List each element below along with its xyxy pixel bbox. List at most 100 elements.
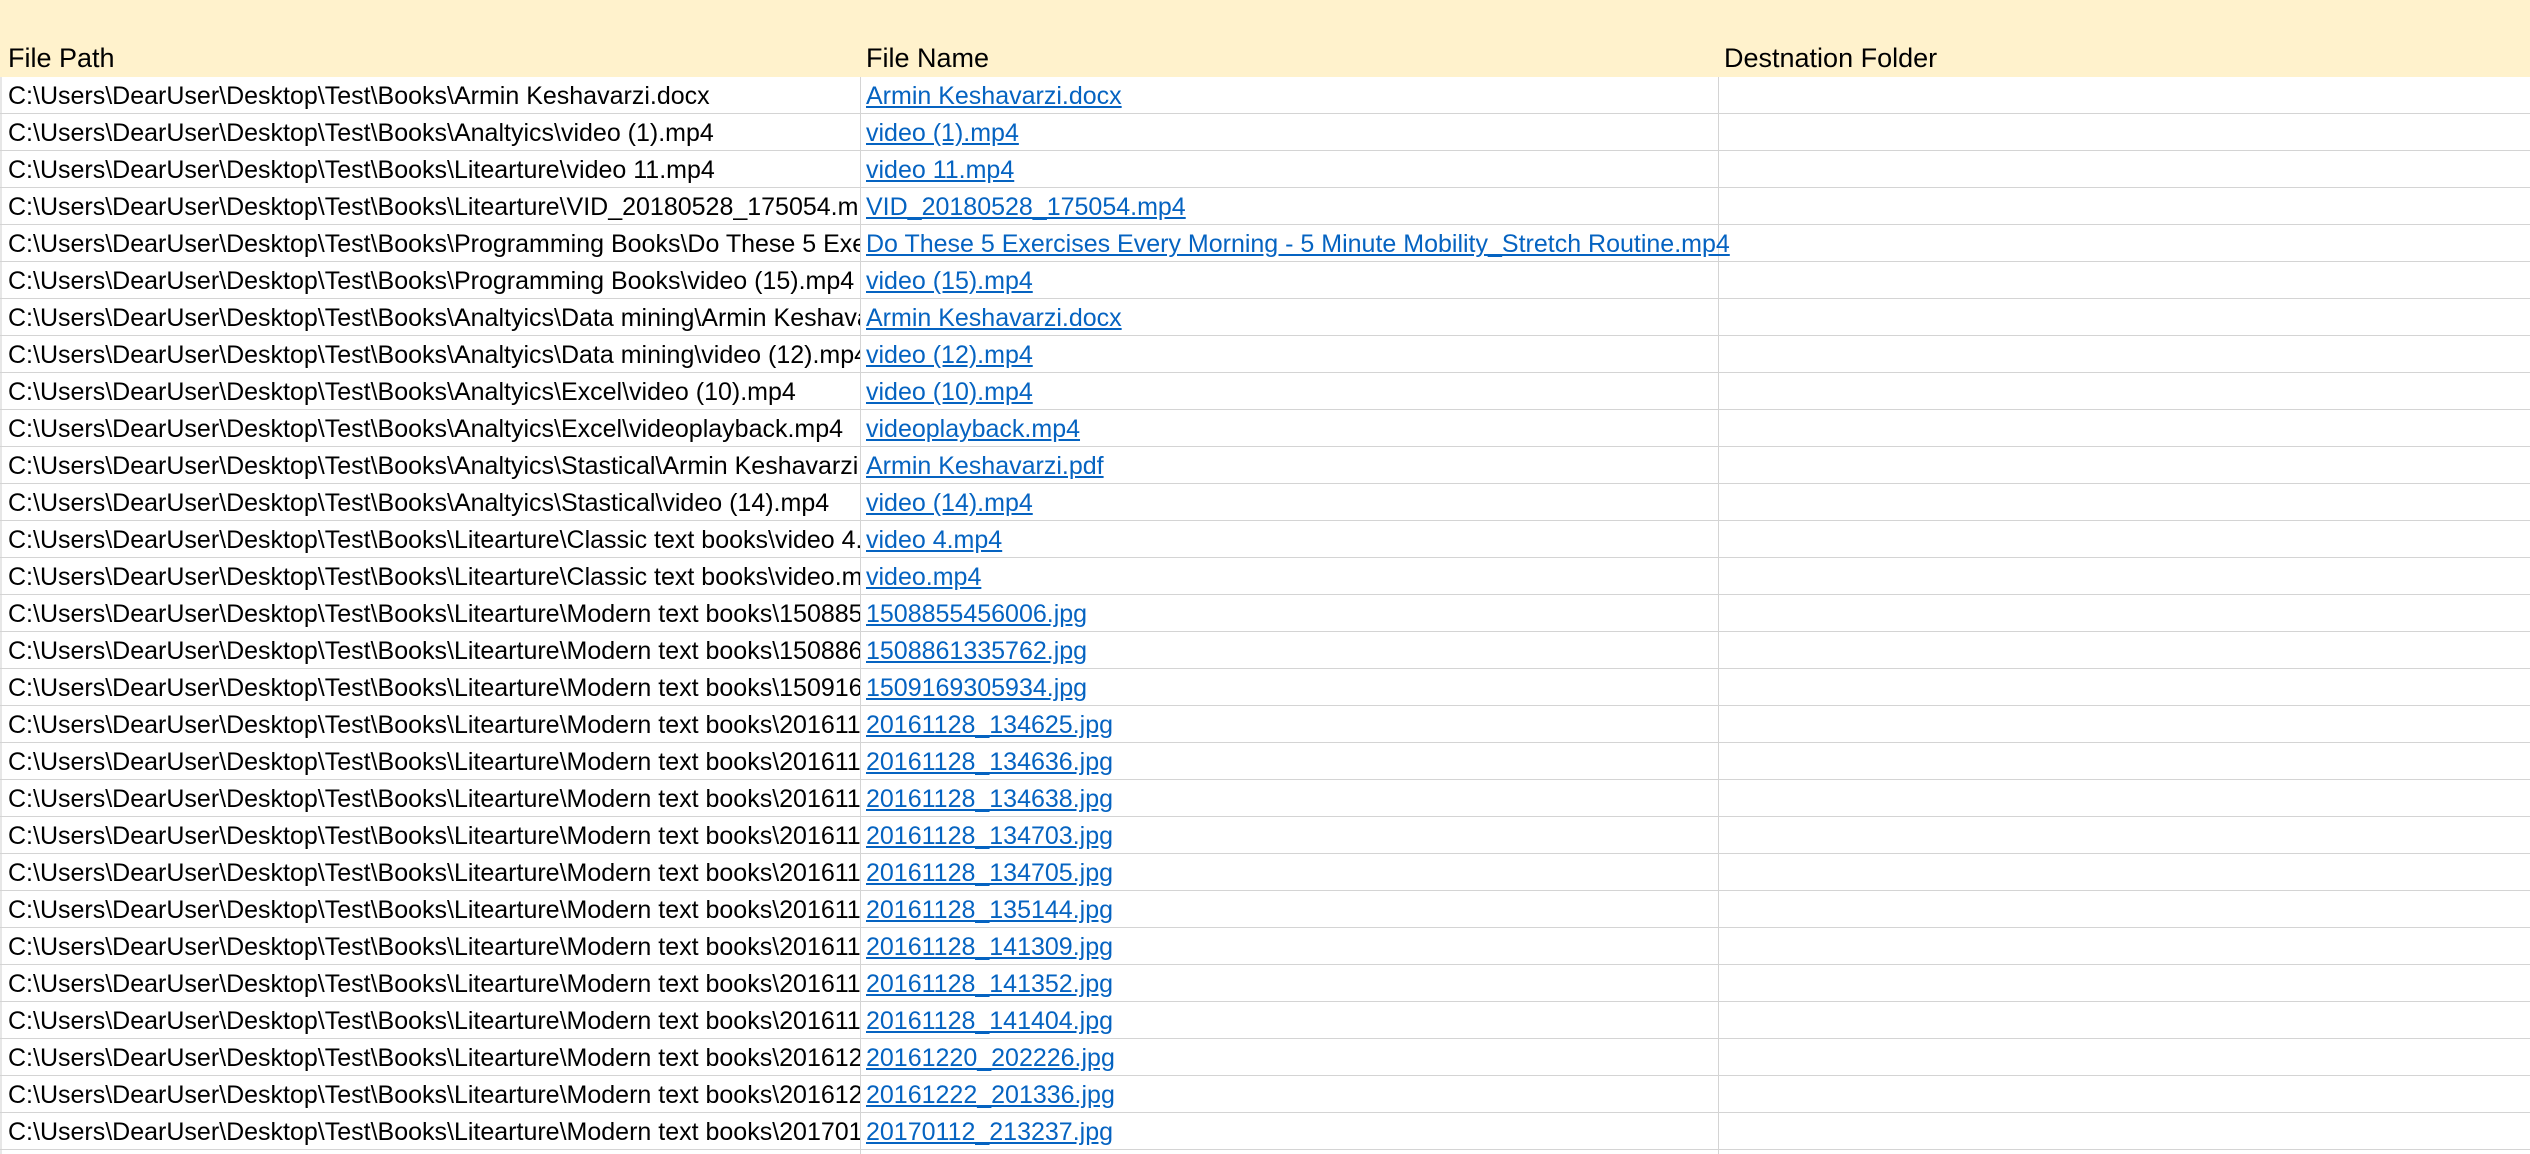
destination-folder-cell[interactable]	[1724, 669, 2524, 705]
destination-folder-cell[interactable]	[1724, 928, 2524, 964]
file-path-cell[interactable]: C:\Users\DearUser\Desktop\Test\Books\Ana…	[8, 484, 860, 520]
table-row: C:\Users\DearUser\Desktop\Test\Books\Lit…	[0, 743, 2530, 780]
file-name-link[interactable]: 20161128_134636.jpg	[866, 743, 1113, 779]
header-destination-folder[interactable]: Destnation Folder	[1724, 42, 1937, 74]
destination-folder-cell[interactable]	[1724, 780, 2524, 816]
file-path-cell[interactable]: C:\Users\DearUser\Desktop\Test\Books\Lit…	[8, 817, 860, 853]
destination-folder-cell[interactable]	[1724, 410, 2524, 446]
file-path-cell[interactable]: C:\Users\DearUser\Desktop\Test\Books\Lit…	[8, 854, 860, 890]
file-name-link[interactable]: 20161128_141404.jpg	[866, 1002, 1113, 1038]
destination-folder-cell[interactable]	[1724, 706, 2524, 742]
file-path-cell[interactable]: C:\Users\DearUser\Desktop\Test\Books\Lit…	[8, 780, 860, 816]
destination-folder-cell[interactable]	[1724, 77, 2524, 113]
file-name-link[interactable]: 20161128_135144.jpg	[866, 891, 1113, 927]
destination-folder-cell[interactable]	[1724, 225, 2524, 261]
file-path-cell[interactable]: C:\Users\DearUser\Desktop\Test\Books\Lit…	[8, 928, 860, 964]
file-name-link[interactable]: Armin Keshavarzi.docx	[866, 77, 1122, 113]
destination-folder-cell[interactable]	[1724, 484, 2524, 520]
file-path-cell[interactable]: C:\Users\DearUser\Desktop\Test\Books\Arm…	[8, 77, 860, 113]
file-path-cell[interactable]: C:\Users\DearUser\Desktop\Test\Books\Pro…	[8, 262, 860, 298]
file-path-cell[interactable]: C:\Users\DearUser\Desktop\Test\Books\Lit…	[8, 188, 860, 224]
header-file-name[interactable]: File Name	[866, 42, 989, 74]
file-name-link[interactable]: video (12).mp4	[866, 336, 1033, 372]
destination-folder-cell[interactable]	[1724, 595, 2524, 631]
destination-folder-cell[interactable]	[1724, 336, 2524, 372]
table-row: C:\Users\DearUser\Desktop\Test\Books\Lit…	[0, 595, 2530, 632]
destination-folder-cell[interactable]	[1724, 1113, 2524, 1149]
file-path-cell[interactable]: C:\Users\DearUser\Desktop\Test\Books\Lit…	[8, 743, 860, 779]
destination-folder-cell[interactable]	[1724, 1076, 2524, 1112]
file-path-cell[interactable]: C:\Users\DearUser\Desktop\Test\Books\Ana…	[8, 114, 860, 150]
table-row: C:\Users\DearUser\Desktop\Test\Books\Lit…	[0, 1002, 2530, 1039]
file-path-cell[interactable]: C:\Users\DearUser\Desktop\Test\Books\Lit…	[8, 521, 860, 557]
file-path-cell[interactable]: C:\Users\DearUser\Desktop\Test\Books\Lit…	[8, 632, 860, 668]
file-name-link[interactable]: videoplayback.mp4	[866, 410, 1080, 446]
file-path-cell[interactable]: C:\Users\DearUser\Desktop\Test\Books\Lit…	[8, 891, 860, 927]
file-path-cell[interactable]: C:\Users\DearUser\Desktop\Test\Books\Lit…	[8, 706, 860, 742]
file-name-link[interactable]: 20170112_213237.jpg	[866, 1113, 1113, 1149]
destination-folder-cell[interactable]	[1724, 632, 2524, 668]
file-name-link[interactable]: Armin Keshavarzi.docx	[866, 299, 1122, 335]
table-row: C:\Users\DearUser\Desktop\Test\Books\Arm…	[0, 77, 2530, 114]
file-path-cell[interactable]: C:\Users\DearUser\Desktop\Test\Books\Lit…	[8, 1076, 860, 1112]
destination-folder-cell[interactable]	[1724, 965, 2524, 1001]
destination-folder-cell[interactable]	[1724, 854, 2524, 890]
file-name-link[interactable]: video (1).mp4	[866, 114, 1019, 150]
file-path-cell[interactable]: C:\Users\DearUser\Desktop\Test\Books\Lit…	[8, 151, 860, 187]
file-name-link[interactable]: 20161128_141352.jpg	[866, 965, 1113, 1001]
destination-folder-cell[interactable]	[1724, 1039, 2524, 1075]
file-path-cell[interactable]: C:\Users\DearUser\Desktop\Test\Books\Ana…	[8, 373, 860, 409]
table-row: C:\Users\DearUser\Desktop\Test\Books\Lit…	[0, 558, 2530, 595]
destination-folder-cell[interactable]	[1724, 151, 2524, 187]
file-name-link[interactable]: 20161220_202226.jpg	[866, 1039, 1115, 1075]
destination-folder-cell[interactable]	[1724, 817, 2524, 853]
file-path-cell[interactable]: C:\Users\DearUser\Desktop\Test\Books\Lit…	[8, 1039, 860, 1075]
destination-folder-cell[interactable]	[1724, 521, 2524, 557]
destination-folder-cell[interactable]	[1724, 262, 2524, 298]
file-name-link[interactable]: 1508855456006.jpg	[866, 595, 1087, 631]
file-name-link[interactable]: 20161128_141309.jpg	[866, 928, 1113, 964]
destination-folder-cell[interactable]	[1724, 558, 2524, 594]
file-path-cell[interactable]: C:\Users\DearUser\Desktop\Test\Books\Ana…	[8, 336, 860, 372]
file-name-link[interactable]: 1508861335762.jpg	[866, 632, 1087, 668]
file-path-cell[interactable]: C:\Users\DearUser\Desktop\Test\Books\Ana…	[8, 447, 860, 483]
table-row: C:\Users\DearUser\Desktop\Test\Books\Lit…	[0, 521, 2530, 558]
file-name-link[interactable]: video (15).mp4	[866, 262, 1033, 298]
file-path-cell[interactable]: C:\Users\DearUser\Desktop\Test\Books\Lit…	[8, 965, 860, 1001]
file-name-link[interactable]: 20161128_134625.jpg	[866, 706, 1113, 742]
file-name-link[interactable]: 20161128_134638.jpg	[866, 780, 1113, 816]
destination-folder-cell[interactable]	[1724, 447, 2524, 483]
file-path-cell[interactable]: C:\Users\DearUser\Desktop\Test\Books\Lit…	[8, 595, 860, 631]
file-name-link[interactable]: video.mp4	[866, 558, 981, 594]
file-path-cell[interactable]: C:\Users\DearUser\Desktop\Test\Books\Lit…	[8, 669, 860, 705]
table-row: C:\Users\DearUser\Desktop\Test\Books\Lit…	[0, 1113, 2530, 1150]
header-file-path[interactable]: File Path	[8, 42, 115, 74]
destination-folder-cell[interactable]	[1724, 299, 2524, 335]
file-path-cell[interactable]: C:\Users\DearUser\Desktop\Test\Books\Lit…	[8, 1113, 860, 1149]
destination-folder-cell[interactable]	[1724, 373, 2524, 409]
file-name-link[interactable]: 1509169305934.jpg	[866, 669, 1087, 705]
file-path-cell[interactable]: C:\Users\DearUser\Desktop\Test\Books\Lit…	[8, 558, 860, 594]
destination-folder-cell[interactable]	[1724, 891, 2524, 927]
file-name-link[interactable]: 20161222_201336.jpg	[866, 1076, 1115, 1112]
file-name-link[interactable]: 20161128_134705.jpg	[866, 854, 1113, 890]
file-name-link[interactable]: Armin Keshavarzi.pdf	[866, 447, 1104, 483]
file-name-link[interactable]: video (14).mp4	[866, 484, 1033, 520]
file-path-cell[interactable]: C:\Users\DearUser\Desktop\Test\Books\Pro…	[8, 225, 860, 261]
file-name-link[interactable]: VID_20180528_175054.mp4	[866, 188, 1186, 224]
file-name-link[interactable]: Do These 5 Exercises Every Morning - 5 M…	[866, 225, 1730, 261]
file-path-cell[interactable]: C:\Users\DearUser\Desktop\Test\Books\Lit…	[8, 1002, 860, 1038]
file-path-cell[interactable]: C:\Users\DearUser\Desktop\Test\Books\Ana…	[8, 410, 860, 446]
table-row: C:\Users\DearUser\Desktop\Test\Books\Ana…	[0, 299, 2530, 336]
destination-folder-cell[interactable]	[1724, 114, 2524, 150]
file-name-link[interactable]: video 4.mp4	[866, 521, 1002, 557]
table-row: C:\Users\DearUser\Desktop\Test\Books\Ana…	[0, 336, 2530, 373]
file-path-cell[interactable]: C:\Users\DearUser\Desktop\Test\Books\Ana…	[8, 299, 860, 335]
file-name-link[interactable]: video (10).mp4	[866, 373, 1033, 409]
spreadsheet-grid[interactable]: File Path File Name Destnation Folder C:…	[0, 0, 2530, 1154]
destination-folder-cell[interactable]	[1724, 188, 2524, 224]
destination-folder-cell[interactable]	[1724, 743, 2524, 779]
destination-folder-cell[interactable]	[1724, 1002, 2524, 1038]
file-name-link[interactable]: video 11.mp4	[866, 151, 1014, 187]
file-name-link[interactable]: 20161128_134703.jpg	[866, 817, 1113, 853]
